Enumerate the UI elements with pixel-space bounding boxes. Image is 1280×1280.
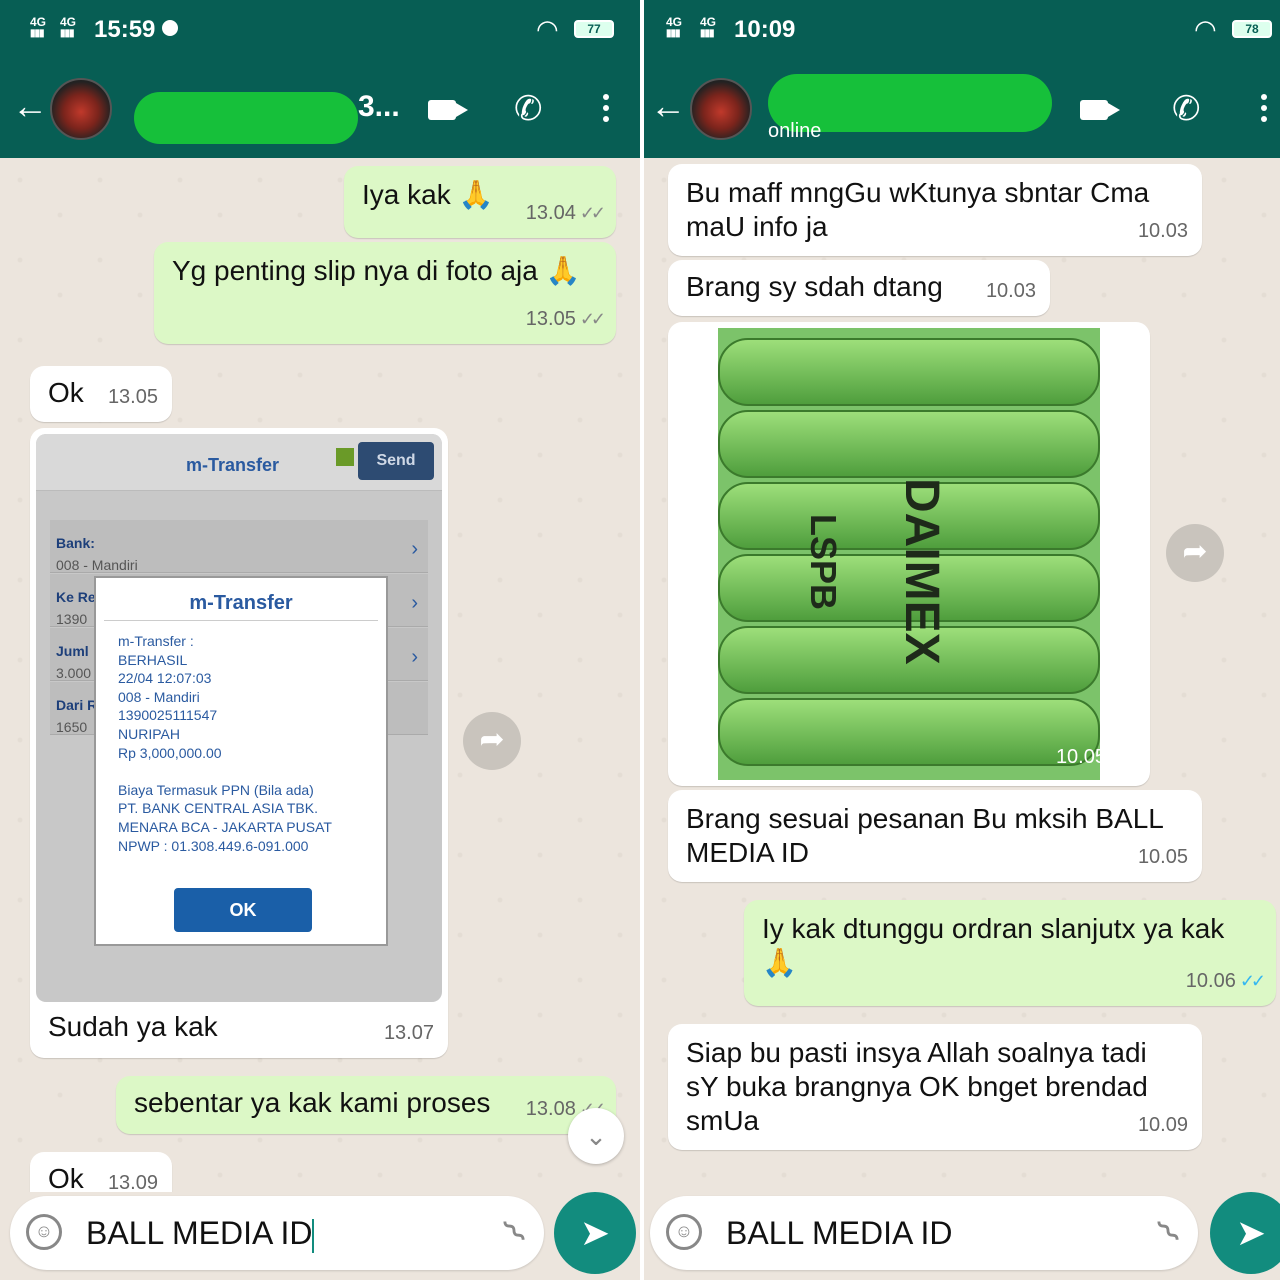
send-button[interactable]: ➤ bbox=[554, 1192, 636, 1274]
redacted-contact-name bbox=[134, 92, 358, 144]
message-bubble-outgoing[interactable]: Iya kak 🙏 13.04 ✓✓ bbox=[344, 166, 616, 238]
message-meta: 13.05 ✓✓ bbox=[525, 302, 606, 336]
signal-indicator: 4G ▮▮▮ bbox=[30, 15, 47, 39]
image-caption: Sudah ya kak bbox=[48, 1011, 218, 1042]
message-time: 13.05 bbox=[107, 386, 158, 408]
forward-icon[interactable]: ➦ bbox=[1166, 524, 1224, 582]
message-text: Yg penting slip nya di foto aja 🙏 bbox=[172, 255, 581, 286]
read-receipt-icon: ✓✓ bbox=[579, 203, 606, 223]
emoji-icon[interactable]: ☺ bbox=[666, 1214, 702, 1250]
screenshot-title: m-Transfer bbox=[186, 455, 280, 475]
message-text: Brang sesuai pesanan Bu mksih BALL MEDIA… bbox=[686, 803, 1163, 868]
battery-indicator: 78 bbox=[1232, 20, 1272, 38]
message-bubble-incoming[interactable]: Brang sy sdah dtang 10.03 bbox=[668, 260, 1050, 316]
send-icon: ➤ bbox=[1235, 1212, 1267, 1253]
message-time: 10.03 bbox=[985, 280, 1036, 302]
voice-call-icon[interactable]: ✆ bbox=[514, 92, 543, 126]
attach-icon[interactable]: ⌇ bbox=[496, 1212, 536, 1252]
message-bubble-incoming[interactable]: Ok 13.05 bbox=[30, 366, 172, 422]
status-clock: 15:59 bbox=[94, 16, 156, 43]
transfer-row: Bank: 008 - Mandiri › bbox=[50, 520, 428, 573]
message-time: 10.05 bbox=[1137, 846, 1188, 868]
message-text: Iy kak dtunggu ordran slanjutx ya kak 🙏 bbox=[762, 913, 1225, 978]
send-icon: ➤ bbox=[579, 1212, 611, 1253]
menu-icon[interactable] bbox=[1261, 94, 1267, 127]
message-text: Brang sy sdah dtang bbox=[686, 271, 943, 302]
chat-header: ← online ✆ bbox=[644, 60, 1280, 158]
status-bar: 4G ▮▮▮ 4G ▮▮▮ 15:59 ◠ 77 bbox=[0, 0, 640, 60]
bale-brand-text: DAIMEX bbox=[895, 478, 948, 665]
chat-header: ← 3... ✆ bbox=[0, 60, 640, 158]
message-time: 13.08 bbox=[525, 1098, 576, 1120]
message-time: 10.06 bbox=[1185, 970, 1236, 992]
screenshot-send-button: Send bbox=[358, 442, 434, 480]
contact-presence: online bbox=[768, 120, 822, 142]
chevron-right-icon: › bbox=[411, 646, 418, 668]
transfer-receipt-image[interactable]: m-Transfer Send Bank: 008 - Mandiri › Ke R… bbox=[36, 434, 442, 1002]
message-input[interactable]: BALL MEDIA ID bbox=[726, 1214, 952, 1252]
message-time: 13.05 bbox=[525, 308, 576, 330]
status-clock: 10:09 bbox=[734, 16, 796, 43]
message-time: 10.09 bbox=[1137, 1114, 1188, 1136]
message-text: Bu maff mngGu wKtunya sbntar Cma maU inf… bbox=[686, 177, 1150, 242]
chevron-right-icon: › bbox=[411, 592, 418, 614]
app-screenshot-header: m-Transfer Send bbox=[36, 434, 442, 491]
dialog-body: m-Transfer : BERHASIL 22/04 12:07:03 008… bbox=[118, 633, 332, 854]
message-time: 10.05 bbox=[1055, 746, 1106, 768]
status-square-icon bbox=[336, 448, 354, 466]
back-arrow-icon[interactable]: ← bbox=[650, 88, 686, 124]
chat-panel-left: 4G ▮▮▮ 4G ▮▮▮ 15:59 ◠ 77 ← 3... ✆ Iya kak … bbox=[0, 0, 640, 1280]
chat-notification-icon bbox=[162, 20, 178, 36]
battery-indicator: 77 bbox=[574, 20, 614, 38]
message-meta: 13.04 ✓✓ bbox=[525, 196, 606, 230]
wifi-icon: ◠ bbox=[536, 14, 559, 44]
message-input[interactable]: BALL MEDIA ID bbox=[86, 1214, 315, 1253]
video-call-icon[interactable] bbox=[1080, 100, 1120, 120]
chat-panel-right: 4G ▮▮▮ 4G ▮▮▮ 10:09 ◠ 78 ← online ✆ Bu maf… bbox=[640, 0, 1280, 1280]
status-bar: 4G ▮▮▮ 4G ▮▮▮ 10:09 ◠ 78 bbox=[644, 0, 1280, 60]
message-bubble-outgoing[interactable]: sebentar ya kak kami proses 13.08✓✓ bbox=[116, 1076, 616, 1134]
message-bubble-outgoing[interactable]: Iy kak dtunggu ordran slanjutx ya kak 🙏 … bbox=[744, 900, 1276, 1006]
read-receipt-icon: ✓✓ bbox=[579, 309, 606, 329]
text-cursor bbox=[312, 1218, 315, 1253]
message-composer[interactable]: ☺ BALL MEDIA ID ⌇ bbox=[650, 1196, 1198, 1270]
scroll-to-bottom-button[interactable]: ⌄ bbox=[568, 1108, 624, 1164]
wifi-icon: ◠ bbox=[1194, 14, 1217, 44]
video-call-icon[interactable] bbox=[428, 100, 468, 120]
forward-icon[interactable]: ➦ bbox=[463, 712, 521, 770]
message-bubble-outgoing[interactable]: Yg penting slip nya di foto aja 🙏 13.05 ✓… bbox=[154, 242, 616, 344]
emoji-icon[interactable]: ☺ bbox=[26, 1214, 62, 1250]
dialog-ok-button: OK bbox=[174, 888, 312, 932]
voice-call-icon[interactable]: ✆ bbox=[1172, 92, 1201, 126]
message-bubble-incoming[interactable]: Bu maff mngGu wKtunya sbntar Cma maU inf… bbox=[668, 164, 1202, 256]
signal-indicator: 4G ▮▮▮ bbox=[60, 15, 77, 39]
dialog-title: m-Transfer bbox=[189, 592, 293, 614]
message-meta: 10.06 ✓✓ bbox=[1185, 964, 1266, 998]
signal-indicator: 4G ▮▮▮ bbox=[666, 15, 683, 39]
read-receipt-icon: ✓✓ bbox=[1239, 971, 1266, 991]
contact-avatar[interactable] bbox=[50, 78, 112, 140]
transfer-success-dialog: m-Transfer m-Transfer : BERHASIL 22/04 1… bbox=[94, 576, 388, 946]
message-time: 10.03 bbox=[1137, 220, 1188, 242]
contact-avatar[interactable] bbox=[690, 78, 752, 140]
back-arrow-icon[interactable]: ← bbox=[12, 88, 48, 124]
contact-name[interactable]: 3... bbox=[358, 90, 400, 124]
bale-code-text: LSPB bbox=[803, 514, 844, 611]
chevron-right-icon: › bbox=[411, 538, 418, 560]
menu-icon[interactable] bbox=[603, 94, 609, 127]
image-message-incoming[interactable]: m-Transfer Send Bank: 008 - Mandiri › Ke R… bbox=[30, 428, 448, 1058]
bale-photo[interactable]: DAIMEX LSPB bbox=[718, 328, 1100, 780]
attach-icon[interactable]: ⌇ bbox=[1150, 1212, 1190, 1252]
image-message-incoming[interactable]: DAIMEX LSPB 10.05 bbox=[668, 322, 1150, 786]
message-time: 13.07 bbox=[383, 1022, 434, 1044]
signal-indicator: 4G ▮▮▮ bbox=[700, 15, 717, 39]
message-text: Siap bu pasti insya Allah soalnya tadi s… bbox=[686, 1037, 1148, 1136]
message-time: 13.04 bbox=[525, 202, 576, 224]
message-composer[interactable]: ☺ BALL MEDIA ID ⌇ bbox=[10, 1196, 544, 1270]
message-bubble-incoming[interactable]: Siap bu pasti insya Allah soalnya tadi s… bbox=[668, 1024, 1202, 1150]
message-bubble-incoming[interactable]: Brang sesuai pesanan Bu mksih BALL MEDIA… bbox=[668, 790, 1202, 882]
